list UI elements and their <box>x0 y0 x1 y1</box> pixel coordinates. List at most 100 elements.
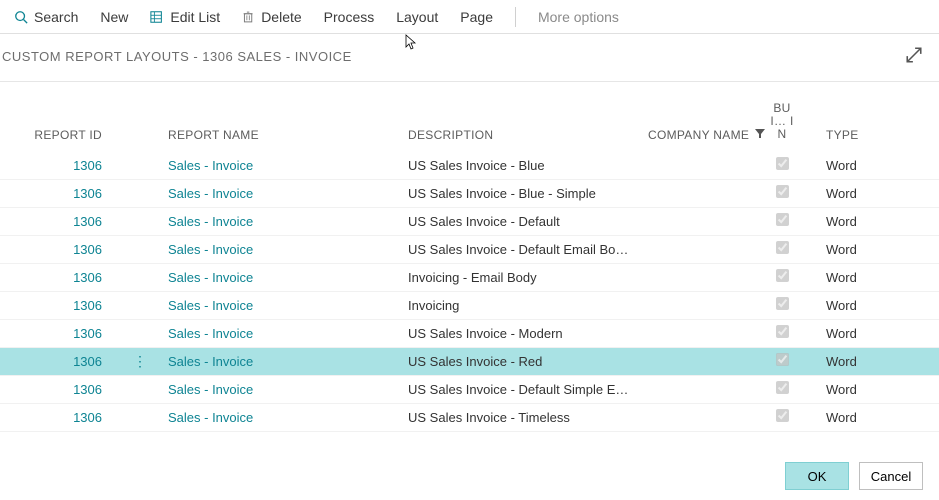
cell-type: Word <box>806 326 886 341</box>
layout-menu[interactable]: Layout <box>396 9 438 25</box>
report-name-link[interactable]: Sales - Invoice <box>168 354 253 369</box>
cell-built-in <box>758 381 806 397</box>
built-in-checkbox <box>776 185 789 198</box>
built-in-checkbox <box>776 353 789 366</box>
cell-description: US Sales Invoice - Default <box>400 214 640 229</box>
new-action[interactable]: New <box>100 9 128 25</box>
cell-built-in <box>758 185 806 201</box>
dialog-footer: OK Cancel <box>785 462 923 490</box>
report-id-link[interactable]: 1306 <box>73 158 102 173</box>
cell-type: Word <box>806 186 886 201</box>
cell-report-id: 1306 <box>0 158 120 173</box>
table-row[interactable]: 1306 Sales - Invoice US Sales Invoice - Bl… <box>0 152 939 180</box>
table-row[interactable]: 1306 ⋮ Sales - Invoice US Sales Invoice - R… <box>0 348 939 376</box>
cell-description: US Sales Invoice - Modern <box>400 326 640 341</box>
report-id-link[interactable]: 1306 <box>73 214 102 229</box>
cell-type: Word <box>806 410 886 425</box>
cell-report-name: Sales - Invoice <box>160 242 400 257</box>
cell-type: Word <box>806 214 886 229</box>
cell-report-name: Sales - Invoice <box>160 186 400 201</box>
built-in-checkbox <box>776 269 789 282</box>
delete-action[interactable]: Delete <box>242 9 301 25</box>
report-name-link[interactable]: Sales - Invoice <box>168 270 253 285</box>
search-action[interactable]: Search <box>14 9 78 25</box>
col-header-type[interactable]: TYPE <box>806 128 886 142</box>
cell-description: Invoicing <box>400 298 640 313</box>
report-id-link[interactable]: 1306 <box>73 354 102 369</box>
report-name-link[interactable]: Sales - Invoice <box>168 298 253 313</box>
edit-list-label: Edit List <box>170 9 220 25</box>
built-in-checkbox <box>776 325 789 338</box>
report-id-link[interactable]: 1306 <box>73 270 102 285</box>
report-name-link[interactable]: Sales - Invoice <box>168 158 253 173</box>
col-header-company-name[interactable]: COMPANY NAME <box>640 128 758 142</box>
expand-icon[interactable] <box>905 46 923 67</box>
new-label: New <box>100 9 128 25</box>
edit-list-action[interactable]: Edit List <box>150 9 220 25</box>
cell-description: US Sales Invoice - Default Email Bo… <box>400 242 640 257</box>
search-label: Search <box>34 9 78 25</box>
delete-label: Delete <box>261 9 301 25</box>
report-id-link[interactable]: 1306 <box>73 186 102 201</box>
more-options[interactable]: More options <box>538 9 619 25</box>
grid-header: REPORT ID REPORT NAME DESCRIPTION COMPAN… <box>0 82 939 152</box>
report-id-link[interactable]: 1306 <box>73 242 102 257</box>
col-header-description[interactable]: DESCRIPTION <box>400 128 640 142</box>
col-header-built-in[interactable]: BUI… IN <box>758 102 806 142</box>
data-grid: REPORT ID REPORT NAME DESCRIPTION COMPAN… <box>0 81 939 432</box>
cell-report-id: 1306 <box>0 410 120 425</box>
report-name-link[interactable]: Sales - Invoice <box>168 382 253 397</box>
table-row[interactable]: 1306 Sales - Invoice US Sales Invoice - De… <box>0 376 939 404</box>
process-label: Process <box>324 9 375 25</box>
table-row[interactable]: 1306 Sales - Invoice US Sales Invoice - Ti… <box>0 404 939 432</box>
report-id-link[interactable]: 1306 <box>73 410 102 425</box>
table-row[interactable]: 1306 Sales - Invoice US Sales Invoice - De… <box>0 236 939 264</box>
report-name-link[interactable]: Sales - Invoice <box>168 410 253 425</box>
cell-built-in <box>758 409 806 425</box>
report-id-link[interactable]: 1306 <box>73 298 102 313</box>
col-header-report-name[interactable]: REPORT NAME <box>160 128 400 142</box>
toolbar: Search New Edit List Delete Process Layo… <box>0 0 939 34</box>
cell-description: US Sales Invoice - Red <box>400 354 640 369</box>
cell-built-in <box>758 157 806 173</box>
cell-report-id: 1306 <box>0 354 120 369</box>
layout-label: Layout <box>396 9 438 25</box>
cell-description: US Sales Invoice - Blue <box>400 158 640 173</box>
cell-built-in <box>758 241 806 257</box>
built-in-checkbox <box>776 157 789 170</box>
cell-report-name: Sales - Invoice <box>160 214 400 229</box>
table-row[interactable]: 1306Sales - InvoiceUS Sales Invoice - Bl… <box>0 180 939 208</box>
cell-type: Word <box>806 354 886 369</box>
cell-report-name: Sales - Invoice <box>160 354 400 369</box>
cell-report-id: 1306 <box>0 298 120 313</box>
process-menu[interactable]: Process <box>324 9 375 25</box>
table-row[interactable]: 1306 Sales - Invoice US Sales Invoice - De… <box>0 208 939 236</box>
company-name-label: COMPANY NAME <box>648 128 749 142</box>
cell-built-in <box>758 325 806 341</box>
report-id-link[interactable]: 1306 <box>73 382 102 397</box>
row-gutter: ⋮ <box>120 354 160 368</box>
col-header-report-id[interactable]: REPORT ID <box>0 128 120 142</box>
cell-description: US Sales Invoice - Default Simple E… <box>400 382 640 397</box>
cell-report-name: Sales - Invoice <box>160 410 400 425</box>
report-id-link[interactable]: 1306 <box>73 326 102 341</box>
row-actions-icon[interactable]: ⋮ <box>133 354 147 368</box>
table-row[interactable]: 1306 Sales - Invoice Invoicing - Email Bod… <box>0 264 939 292</box>
cell-report-name: Sales - Invoice <box>160 326 400 341</box>
cell-description: US Sales Invoice - Timeless <box>400 410 640 425</box>
cancel-button[interactable]: Cancel <box>859 462 923 490</box>
table-row[interactable]: 1306Sales - InvoiceInvoicingWord <box>0 292 939 320</box>
page-menu[interactable]: Page <box>460 9 493 25</box>
page-title: CUSTOM REPORT LAYOUTS - 1306 SALES - INV… <box>2 49 352 64</box>
grid-body: 1306 Sales - Invoice US Sales Invoice - Bl… <box>0 152 939 432</box>
cell-description: Invoicing - Email Body <box>400 270 640 285</box>
cell-type: Word <box>806 242 886 257</box>
report-name-link[interactable]: Sales - Invoice <box>168 242 253 257</box>
trash-icon <box>242 10 255 24</box>
built-in-checkbox <box>776 241 789 254</box>
table-row[interactable]: 1306 Sales - Invoice US Sales Invoice - Mo… <box>0 320 939 348</box>
report-name-link[interactable]: Sales - Invoice <box>168 326 253 341</box>
report-name-link[interactable]: Sales - Invoice <box>168 186 253 201</box>
ok-button[interactable]: OK <box>785 462 849 490</box>
report-name-link[interactable]: Sales - Invoice <box>168 214 253 229</box>
